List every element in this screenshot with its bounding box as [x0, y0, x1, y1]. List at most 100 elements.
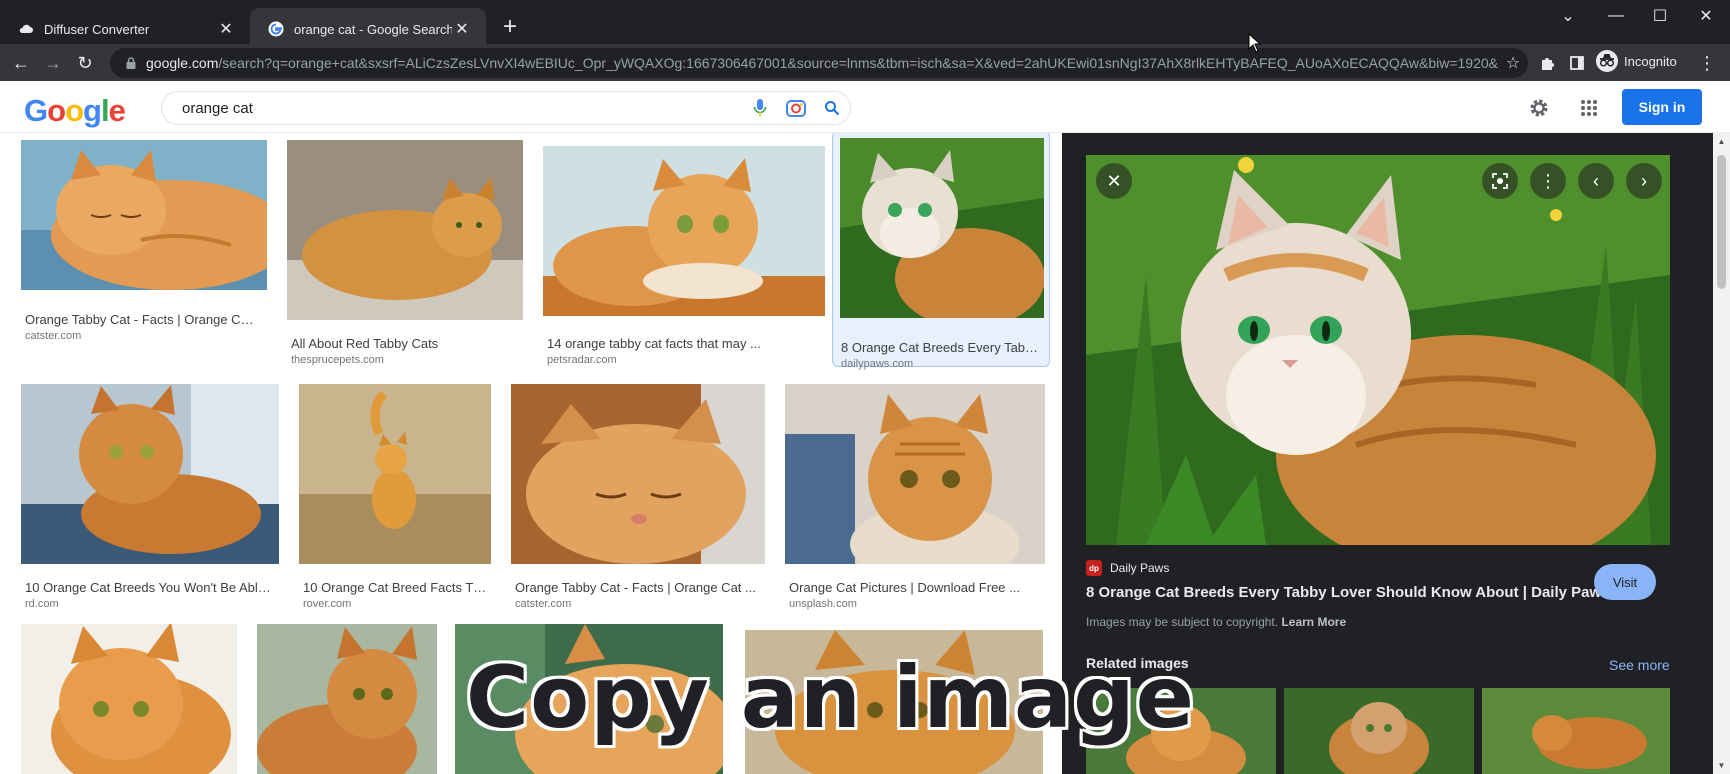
bookmark-star-icon[interactable]: ☆	[1498, 53, 1528, 73]
copyright-note: Images may be subject to copyright. Lear…	[1086, 615, 1346, 629]
minimize-icon[interactable]: —	[1592, 0, 1640, 32]
reload-icon[interactable]: ↻	[70, 48, 100, 78]
preview-source-name: Daily Paws	[1110, 561, 1170, 575]
result-thumbnail[interactable]	[299, 384, 491, 564]
url-path: /search?q=orange+cat&sxsrf=ALiCzsZesLVnv…	[218, 55, 1498, 71]
logo-letter: o	[47, 93, 66, 128]
tab-title: Diffuser Converter	[44, 21, 150, 37]
result-source: thesprucepets.com	[291, 354, 384, 366]
result-thumbnail[interactable]	[543, 146, 825, 316]
window-close-icon[interactable]: ✕	[1682, 0, 1730, 32]
lock-icon	[126, 57, 136, 69]
result-thumbnail[interactable]	[287, 140, 523, 320]
logo-letter: G	[24, 93, 48, 128]
result-source: catster.com	[25, 330, 82, 342]
preview-image[interactable]	[1086, 155, 1670, 545]
logo-letter: o	[65, 93, 84, 128]
image-result-card[interactable]	[252, 619, 437, 774]
image-result-card[interactable]: Orange Tabby Cat - Facts | Orange Cat ..…	[506, 379, 768, 610]
close-icon[interactable]: ✕	[452, 19, 472, 39]
related-image-thumbnail[interactable]	[1482, 688, 1670, 774]
result-thumbnail[interactable]	[21, 384, 279, 564]
close-icon[interactable]: ✕	[216, 19, 236, 39]
browser-toolbar: ← → ↻ google.com/search?q=orange+cat&sxs…	[0, 44, 1730, 81]
learn-more-link[interactable]: Learn More	[1281, 615, 1346, 629]
maximize-icon[interactable]: ☐	[1636, 0, 1684, 32]
search-icon[interactable]	[814, 93, 850, 123]
result-thumbnail[interactable]	[21, 140, 267, 290]
scroll-up-arrow-icon[interactable]: ▲	[1713, 133, 1730, 150]
tab-title: orange cat - Google Search	[294, 21, 452, 37]
result-title: 10 Orange Cat Breeds You Won't Be Able .…	[25, 580, 275, 595]
image-result-card[interactable]: Orange Cat Pictures | Download Free ... …	[780, 379, 1050, 610]
chevron-right-icon[interactable]: ›	[1626, 163, 1662, 199]
result-title: All About Red Tabby Cats	[291, 336, 439, 351]
url-text: google.com/search?q=orange+cat&sxsrf=ALi…	[146, 55, 1498, 71]
sign-in-button[interactable]: Sign in	[1622, 89, 1702, 125]
address-bar[interactable]: google.com/search?q=orange+cat&sxsrf=ALi…	[110, 48, 1528, 78]
result-source: rover.com	[303, 598, 352, 610]
result-source: dailypaws.com	[841, 358, 914, 370]
apps-grid-icon[interactable]	[1576, 95, 1602, 121]
search-box	[161, 91, 851, 125]
search-input[interactable]	[182, 99, 742, 117]
logo-letter: g	[83, 93, 102, 128]
gear-icon[interactable]	[1526, 95, 1552, 121]
url-host: google.com	[146, 55, 219, 71]
result-title: Orange Cat Pictures | Download Free ...	[789, 580, 1020, 595]
result-source: rd.com	[25, 598, 59, 610]
result-thumbnail[interactable]	[21, 624, 237, 774]
extensions-puzzle-icon[interactable]	[1536, 52, 1558, 74]
browser-tab-bar: Diffuser Converter ✕ orange cat - Google…	[0, 0, 1730, 50]
new-tab-button[interactable]: +	[496, 13, 524, 41]
result-thumbnail[interactable]	[511, 384, 765, 564]
overlay-caption: Copy an image	[466, 648, 1195, 748]
tab-search-chevron-icon[interactable]: ⌄	[1544, 0, 1592, 32]
forward-arrow-icon[interactable]: →	[38, 48, 68, 78]
daily-paws-favicon-icon: dp	[1086, 560, 1102, 576]
logo-letter: l	[100, 93, 110, 128]
image-result-card[interactable]: 10 Orange Cat Breeds You Won't Be Able .…	[16, 379, 280, 610]
result-title: Orange Tabby Cat - Facts | Orange Cat ..…	[515, 580, 756, 595]
google-logo[interactable]: Google	[24, 93, 126, 129]
microphone-icon[interactable]	[742, 93, 778, 123]
back-arrow-icon[interactable]: ←	[6, 48, 36, 78]
result-thumbnail[interactable]	[840, 138, 1044, 318]
image-result-card[interactable]: 14 orange tabby cat facts that may ... p…	[538, 135, 828, 366]
result-source: unsplash.com	[789, 598, 857, 610]
related-image-thumbnail[interactable]	[1284, 688, 1474, 774]
result-title: 8 Orange Cat Breeds Every Tabby ...	[841, 340, 1045, 355]
image-result-card[interactable]: All About Red Tabby Cats thesprucepets.c…	[282, 135, 526, 366]
image-result-card-selected[interactable]: 8 Orange Cat Breeds Every Tabby ... dail…	[832, 133, 1050, 370]
page-scrollbar[interactable]: ▲ ▼	[1713, 133, 1730, 774]
result-title: 10 Orange Cat Breed Facts That...	[303, 580, 489, 595]
incognito-profile-button[interactable]: Incognito	[1596, 50, 1677, 72]
scrollbar-thumb[interactable]	[1717, 155, 1726, 289]
result-title: Orange Tabby Cat - Facts | Orange Cat ..…	[25, 312, 257, 327]
chevron-left-icon[interactable]: ‹	[1578, 163, 1614, 199]
lens-search-icon[interactable]	[1482, 163, 1518, 199]
profile-label: Incognito	[1624, 53, 1677, 69]
side-panel-icon[interactable]	[1566, 52, 1588, 74]
preview-source[interactable]: dp Daily Paws	[1086, 560, 1169, 576]
result-thumbnail[interactable]	[785, 384, 1045, 564]
preview-title[interactable]: 8 Orange Cat Breeds Every Tabby Lover Sh…	[1086, 584, 1609, 601]
image-result-card[interactable]	[16, 619, 238, 774]
more-options-icon[interactable]: ⋮	[1530, 163, 1566, 199]
result-title: 14 orange tabby cat facts that may ...	[547, 336, 761, 351]
result-source: petsradar.com	[547, 354, 617, 366]
google-header: Google Sign in	[0, 81, 1730, 133]
browser-menu-icon[interactable]: ⋮	[1696, 52, 1718, 74]
logo-text: Google	[24, 93, 126, 128]
result-thumbnail[interactable]	[257, 624, 437, 774]
see-more-link[interactable]: See more	[1609, 657, 1670, 673]
close-icon[interactable]: ✕	[1096, 163, 1132, 199]
copyright-text: Images may be subject to copyright.	[1086, 615, 1279, 629]
image-result-card[interactable]: Orange Tabby Cat - Facts | Orange Cat ..…	[16, 135, 270, 365]
mouse-cursor-icon	[1248, 33, 1262, 53]
camera-lens-icon[interactable]	[778, 93, 814, 123]
image-result-card[interactable]: 10 Orange Cat Breed Facts That... rover.…	[294, 379, 494, 610]
visit-button[interactable]: Visit	[1594, 564, 1656, 600]
scroll-down-arrow-icon[interactable]: ▼	[1713, 757, 1730, 774]
result-source: catster.com	[515, 598, 572, 610]
